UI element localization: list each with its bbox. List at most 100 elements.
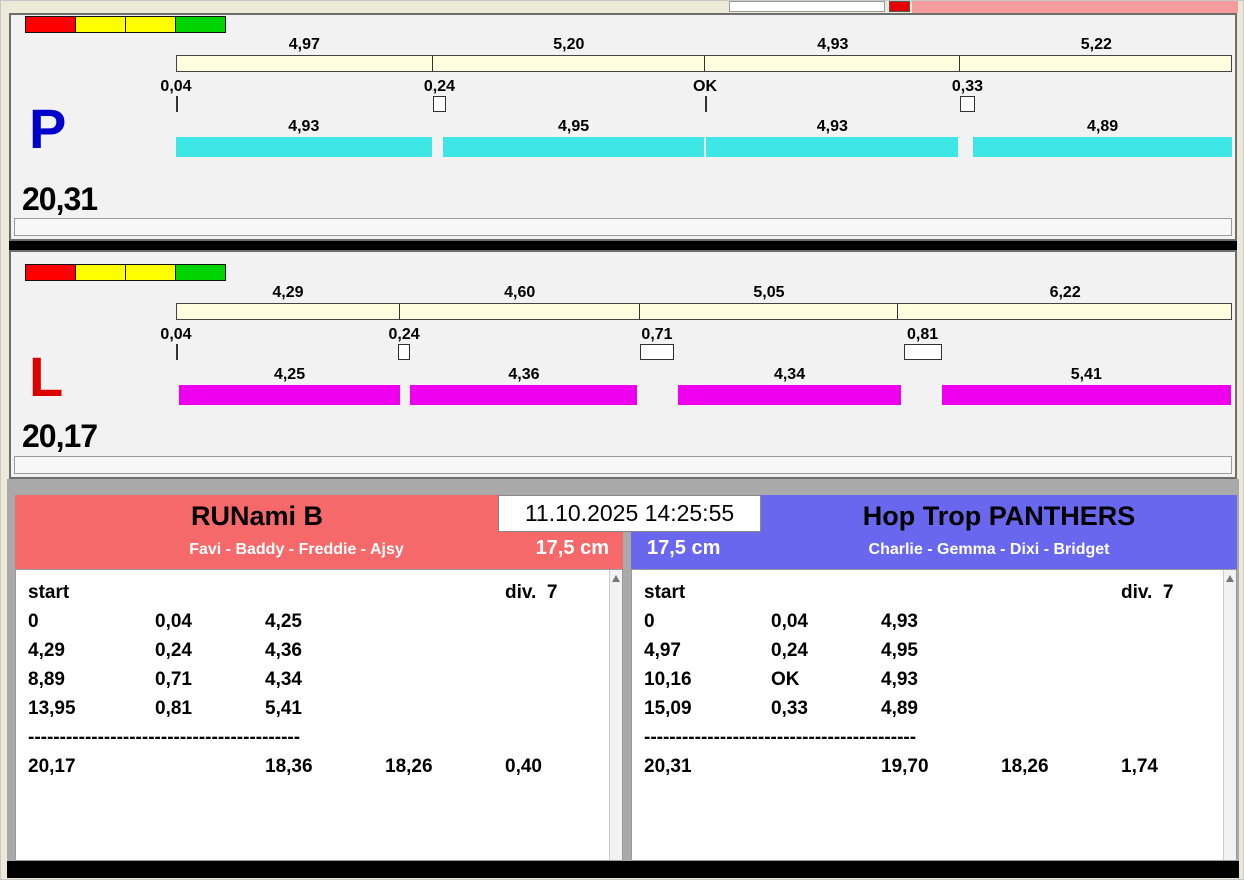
segment-labels: 4,97 5,20 4,93 5,22 — [176, 36, 1232, 53]
scroll-up-icon[interactable] — [1226, 575, 1234, 582]
segment-time-label: 6,22 — [1049, 284, 1081, 301]
cumulative-time: 8,89 — [28, 669, 65, 690]
segment — [433, 56, 706, 71]
pink-strip — [912, 1, 1238, 13]
separator-row: ----------------------------------------… — [16, 727, 622, 756]
dog-time: 4,93 — [881, 669, 918, 690]
cumulative-time: 4,97 — [644, 640, 681, 661]
changeover-label: 0,81 — [907, 326, 939, 343]
segment — [639, 304, 898, 319]
dog-time: 4,93 — [881, 611, 918, 632]
changeover-box — [639, 344, 675, 360]
changeover-time: 0,33 — [771, 698, 808, 719]
datetime-text: 11.10.2025 14:25:55 — [524, 500, 735, 526]
best-time: 18,26 — [1001, 756, 1049, 777]
changeover-time: 0,81 — [155, 698, 192, 719]
traffic-lights — [25, 16, 226, 33]
split-row: 4,97 0,24 4,95 — [632, 640, 1236, 669]
changeover-box — [432, 96, 447, 112]
tick-mark — [705, 96, 708, 112]
cumulative-time: 15,09 — [644, 698, 692, 719]
segment-track — [176, 55, 1232, 72]
split-row: 8,89 0,71 4,34 — [16, 669, 622, 698]
segment — [177, 304, 401, 319]
bar-labels: 4,25 4,36 4,34 5,41 — [176, 366, 1232, 383]
run-bars — [176, 137, 1232, 157]
jump-height: 17,5 cm — [535, 537, 609, 559]
lane-separator — [9, 241, 1237, 250]
changeover-box — [397, 344, 411, 360]
lane-panel-p: 4,97 5,20 4,93 5,22 0,04 0,24 OK 0,33 4,93 4,95… — [9, 13, 1237, 241]
bottom-bar — [7, 861, 1239, 878]
run-bar — [443, 137, 704, 157]
split-row: 4,29 0,24 4,36 — [16, 640, 622, 669]
start-row: start div. 7 — [16, 582, 622, 611]
segment — [897, 304, 1231, 319]
total-time: 20,31 — [644, 756, 692, 777]
dog-time: 5,41 — [265, 698, 302, 719]
split-row: 13,95 0,81 5,41 — [16, 698, 622, 727]
run-time-label: 4,93 — [816, 118, 848, 135]
run-bar — [677, 385, 902, 405]
traffic-light — [25, 264, 76, 281]
start-row: start div. 7 — [632, 582, 1236, 611]
segment-labels: 4,29 4,60 5,05 6,22 — [176, 284, 1232, 301]
dashed-line: ----------------------------------------… — [28, 727, 301, 748]
run-bar — [941, 385, 1231, 405]
traffic-light — [75, 264, 126, 281]
start-label: start — [28, 582, 70, 603]
menubar-cutoff — [1, 1, 1243, 13]
division-label: div. 7 — [505, 582, 558, 603]
traffic-light — [25, 16, 76, 33]
changeover-box — [959, 96, 976, 112]
scroll-up-icon[interactable] — [612, 575, 620, 582]
run-bars — [176, 385, 1232, 405]
totals-row: 20,31 19,70 18,26 1,74 — [632, 756, 1236, 785]
team-result-sheet-right: start div. 7 0 0,04 4,93 4,97 0,24 4,95 … — [631, 569, 1237, 861]
lane-total-time-p: 20,31 — [22, 181, 98, 217]
segment-time-label: 4,60 — [504, 284, 536, 301]
traffic-lights — [25, 264, 226, 281]
marker-labels: 0,04 0,24 OK 0,33 — [160, 78, 1232, 95]
segment-time-label: 5,20 — [553, 36, 585, 53]
scrollbar[interactable] — [609, 570, 622, 860]
changeover-time: OK — [771, 669, 800, 690]
sum-dog-times: 18,36 — [265, 756, 313, 777]
scrollbar[interactable] — [1223, 570, 1236, 860]
dog-time: 4,36 — [265, 640, 302, 661]
toolbar-field — [729, 1, 885, 12]
timing-app-window: 4,97 5,20 4,93 5,22 0,04 0,24 OK 0,33 4,93 4,95… — [0, 0, 1244, 880]
changeover-label: 0,04 — [160, 326, 192, 343]
dashed-line: ----------------------------------------… — [644, 727, 917, 748]
run-time-label: 4,93 — [288, 118, 320, 135]
traffic-light — [75, 16, 126, 33]
changeover-time: 0,71 — [155, 669, 192, 690]
traffic-light — [175, 16, 226, 33]
changeover-time: 0,24 — [771, 640, 808, 661]
lane-status-field — [14, 456, 1232, 474]
datetime-display: 11.10.2025 14:25:55 — [498, 495, 761, 532]
team-members: Favi - Baddy - Freddie - Ajsy — [189, 541, 404, 558]
marker-boxes — [176, 344, 1232, 362]
tick-mark — [176, 96, 178, 112]
run-bar — [179, 385, 400, 405]
dog-time: 4,95 — [881, 640, 918, 661]
lane-panel-l: 4,29 4,60 5,05 6,22 0,04 0,24 0,71 0,81 4,25 4,… — [9, 250, 1237, 479]
segment-track — [176, 303, 1232, 320]
segment — [177, 56, 434, 71]
split-row: 0 0,04 4,25 — [16, 611, 622, 640]
run-time-label: 5,41 — [1070, 366, 1102, 383]
red-indicator — [889, 1, 910, 12]
segment-time-label: 4,93 — [817, 36, 849, 53]
segment-time-label: 5,22 — [1080, 36, 1112, 53]
best-time: 18,26 — [385, 756, 433, 777]
time-diff: 1,74 — [1121, 756, 1158, 777]
marker-labels: 0,04 0,24 0,71 0,81 — [160, 326, 1232, 343]
run-time-label: 4,34 — [773, 366, 806, 383]
traffic-light — [175, 264, 226, 281]
run-bar — [973, 137, 1232, 157]
segment — [705, 56, 961, 71]
run-bar — [410, 385, 638, 405]
time-diff: 0,40 — [505, 756, 542, 777]
run-time-label: 4,36 — [508, 366, 540, 383]
